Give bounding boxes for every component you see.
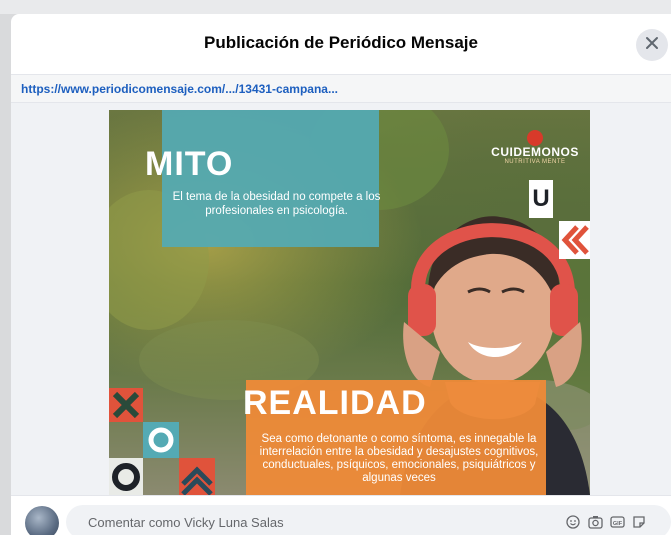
brand-heart-icon [527,130,543,146]
link-bar: https://www.periodicomensaje.com/.../134… [11,75,671,103]
close-icon [645,36,659,55]
realidad-text: Sea como detonante o como síntoma, es in… [259,433,539,484]
modal-header: Publicación de Periódico Mensaje [11,14,671,75]
emoji-icon[interactable] [565,514,581,530]
comment-input[interactable]: Comentar como Vicky Luna Salas GIF [66,505,671,535]
post-modal: Publicación de Periódico Mensaje https:/… [11,14,671,535]
brand-tagline: NUTRITIVA MENTE [504,159,566,165]
image-viewer: MITO El tema de la obesidad no compete a… [11,103,671,495]
brand-logo: CUIDEMONOS NUTRITIVA MENTE [485,130,585,165]
mito-heading: MITO [145,145,234,183]
decor-shapes [109,388,215,495]
avatar[interactable] [25,506,59,535]
camera-icon[interactable] [587,514,603,530]
decor-chevron-block [559,221,590,259]
close-button[interactable] [636,29,668,61]
sticker-icon[interactable] [631,514,647,530]
comment-bar: Comentar como Vicky Luna Salas GIF [11,495,671,535]
post-image[interactable]: MITO El tema de la obesidad no compete a… [109,110,590,495]
decor-letter-block: U [529,180,553,218]
brand-name: CUIDEMONOS [491,145,579,159]
post-link[interactable]: https://www.periodicomensaje.com/.../134… [21,82,338,96]
background-page-strip [0,0,671,14]
gif-icon[interactable]: GIF [609,514,625,530]
modal-title: Publicación de Periódico Mensaje [204,33,478,52]
comment-placeholder: Comentar como Vicky Luna Salas [88,515,284,530]
mito-text: El tema de la obesidad no compete a los … [172,191,381,217]
comment-tools: GIF [565,514,647,530]
realidad-heading: REALIDAD [243,384,427,422]
svg-text:GIF: GIF [612,521,622,527]
